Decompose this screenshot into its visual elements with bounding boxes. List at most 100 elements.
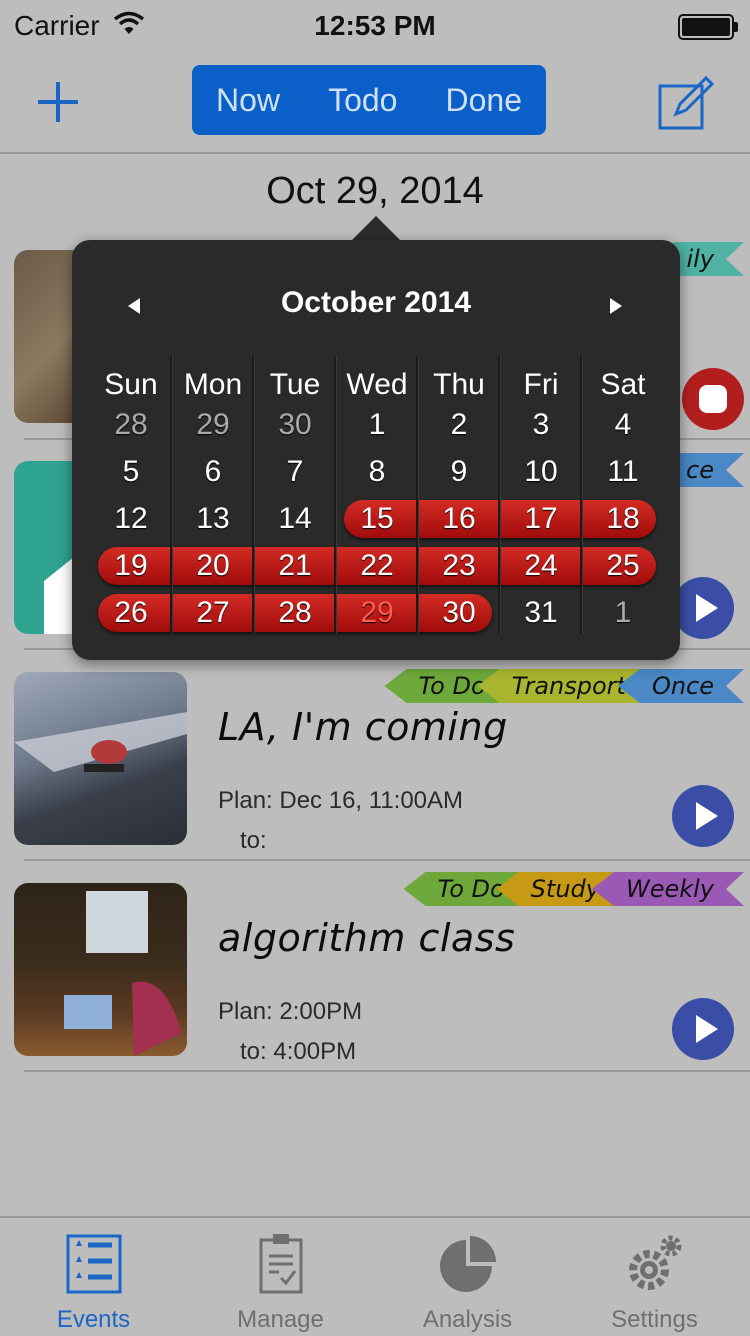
- tab-manage[interactable]: Manage: [187, 1218, 374, 1336]
- pie-chart-icon: [440, 1236, 496, 1292]
- calendar-day[interactable]: 1: [336, 408, 418, 442]
- event-end: to: 4:00PM: [240, 1038, 357, 1065]
- weekday-header: Wed: [346, 368, 408, 401]
- tag-label: To Do: [418, 672, 486, 700]
- weekday-header: Thu: [433, 368, 485, 401]
- tag-label: Weekly: [625, 875, 714, 903]
- calendar-day[interactable]: 28: [90, 408, 172, 442]
- calendar-day[interactable]: 1: [582, 596, 664, 630]
- filter-segmented-control[interactable]: Now Todo Done: [192, 65, 546, 135]
- event-end: to:: [240, 827, 267, 854]
- calendar-day[interactable]: 3: [500, 408, 582, 442]
- segment-done[interactable]: Done: [445, 82, 522, 119]
- calendar-day[interactable]: 22: [336, 549, 418, 583]
- weekday-header: Fri: [523, 368, 559, 401]
- classroom-icon: [64, 891, 182, 1056]
- calendar-day[interactable]: 16: [418, 502, 500, 536]
- calendar-day[interactable]: 29: [172, 408, 254, 442]
- calendar-day[interactable]: 26: [90, 596, 172, 630]
- tag-label: To Do: [437, 875, 505, 903]
- status-time: 12:53 PM: [314, 10, 436, 41]
- calendar-day[interactable]: 6: [172, 455, 254, 489]
- event-title: LA, I'm coming: [218, 705, 508, 749]
- calendar-day[interactable]: 30: [418, 596, 500, 630]
- tag-list: To Do Study Weekly: [403, 872, 745, 906]
- calendar-day[interactable]: 25: [582, 549, 664, 583]
- airplane-icon: [14, 712, 187, 772]
- calendar-day[interactable]: 27: [172, 596, 254, 630]
- tag-list: To Do Transport Once: [384, 669, 744, 703]
- clipboard-icon: [259, 1234, 303, 1294]
- weekday-header: Sun: [104, 368, 158, 401]
- tab-analysis[interactable]: Analysis: [374, 1218, 561, 1336]
- tag-label: ce: [686, 456, 714, 484]
- event-row[interactable]: To Do Study Weekly algorithm class Plan:…: [14, 872, 750, 1072]
- event-plan: Plan: 2:00PM: [218, 998, 363, 1025]
- calendar-day[interactable]: 2: [418, 408, 500, 442]
- battery-icon: [678, 14, 738, 40]
- calendar-day[interactable]: 20: [172, 549, 254, 583]
- event-row[interactable]: To Do Transport Once LA, I'm coming Plan…: [14, 665, 750, 861]
- calendar-day[interactable]: 17: [500, 502, 582, 536]
- tag-label: ily: [686, 245, 714, 273]
- next-month-icon[interactable]: [610, 298, 622, 314]
- tab-bar: Events Manage Analysis Settings: [0, 1216, 750, 1336]
- tab-label: Manage: [237, 1306, 324, 1333]
- tab-label: Events: [56, 1306, 131, 1333]
- calendar-day[interactable]: 13: [172, 502, 254, 536]
- weekday-header: Tue: [269, 368, 321, 401]
- calendar-day[interactable]: 24: [500, 549, 582, 583]
- calendar-day[interactable]: 10: [500, 455, 582, 489]
- tab-events[interactable]: Events: [0, 1218, 187, 1336]
- event-plan: Plan: Dec 16, 11:00AM: [218, 787, 464, 814]
- calendar-day[interactable]: 7: [254, 455, 336, 489]
- event-thumbnail: [14, 672, 187, 845]
- calendar-day[interactable]: 11: [582, 455, 664, 489]
- calendar-month-title: October 2014: [280, 286, 472, 319]
- play-button[interactable]: [672, 998, 734, 1060]
- calendar-day[interactable]: 28: [254, 596, 336, 630]
- segment-now[interactable]: Now: [216, 82, 280, 119]
- stop-button[interactable]: [682, 368, 744, 430]
- calendar-day[interactable]: 31: [500, 596, 582, 630]
- tab-label: Settings: [611, 1306, 698, 1333]
- play-button[interactable]: [672, 577, 734, 639]
- tag-label: Study: [530, 875, 600, 903]
- calendar-day[interactable]: 18: [582, 502, 664, 536]
- segment-todo[interactable]: Todo: [328, 82, 397, 119]
- calendar-day[interactable]: 21: [254, 549, 336, 583]
- calendar-day[interactable]: 15: [336, 502, 418, 536]
- calendar-day[interactable]: 12: [90, 502, 172, 536]
- event-thumbnail: [14, 883, 187, 1056]
- calendar-day[interactable]: 14: [254, 502, 336, 536]
- calendar-popover: October 2014 Sun Mon Tue Wed Thu Fri Sat 28 29 30…: [72, 240, 680, 660]
- events-list-icon: [66, 1234, 122, 1294]
- popover-arrow: [350, 216, 402, 242]
- row-divider: [24, 1070, 750, 1072]
- tag-repeat: Once: [618, 669, 744, 703]
- calendar-day[interactable]: 19: [90, 549, 172, 583]
- calendar-day[interactable]: 9: [418, 455, 500, 489]
- calendar-day[interactable]: 4: [582, 408, 664, 442]
- tab-label: Analysis: [422, 1306, 513, 1333]
- tag-repeat: Weekly: [592, 872, 744, 906]
- tag-category: Transport: [477, 669, 640, 703]
- play-button[interactable]: [672, 785, 734, 847]
- add-icon[interactable]: [30, 74, 86, 130]
- event-title: algorithm class: [218, 916, 516, 960]
- calendar-day[interactable]: 8: [336, 455, 418, 489]
- gears-icon: [629, 1235, 682, 1290]
- calendar-day[interactable]: 29: [336, 596, 418, 630]
- tab-settings[interactable]: Settings: [561, 1218, 748, 1336]
- calendar-day[interactable]: 23: [418, 549, 500, 583]
- status-bar: Carrier 12:53 PM: [0, 0, 750, 52]
- selected-date-heading[interactable]: Oct 29, 2014: [0, 170, 750, 213]
- row-divider: [24, 859, 750, 861]
- calendar-day[interactable]: 5: [90, 455, 172, 489]
- calendar-day[interactable]: 30: [254, 408, 336, 442]
- tag-label: Transport: [511, 672, 626, 700]
- compose-icon[interactable]: [652, 70, 718, 136]
- tag-label: Once: [651, 672, 714, 700]
- weekday-header: Sat: [600, 368, 646, 401]
- nav-bar: Now Todo Done: [0, 52, 750, 154]
